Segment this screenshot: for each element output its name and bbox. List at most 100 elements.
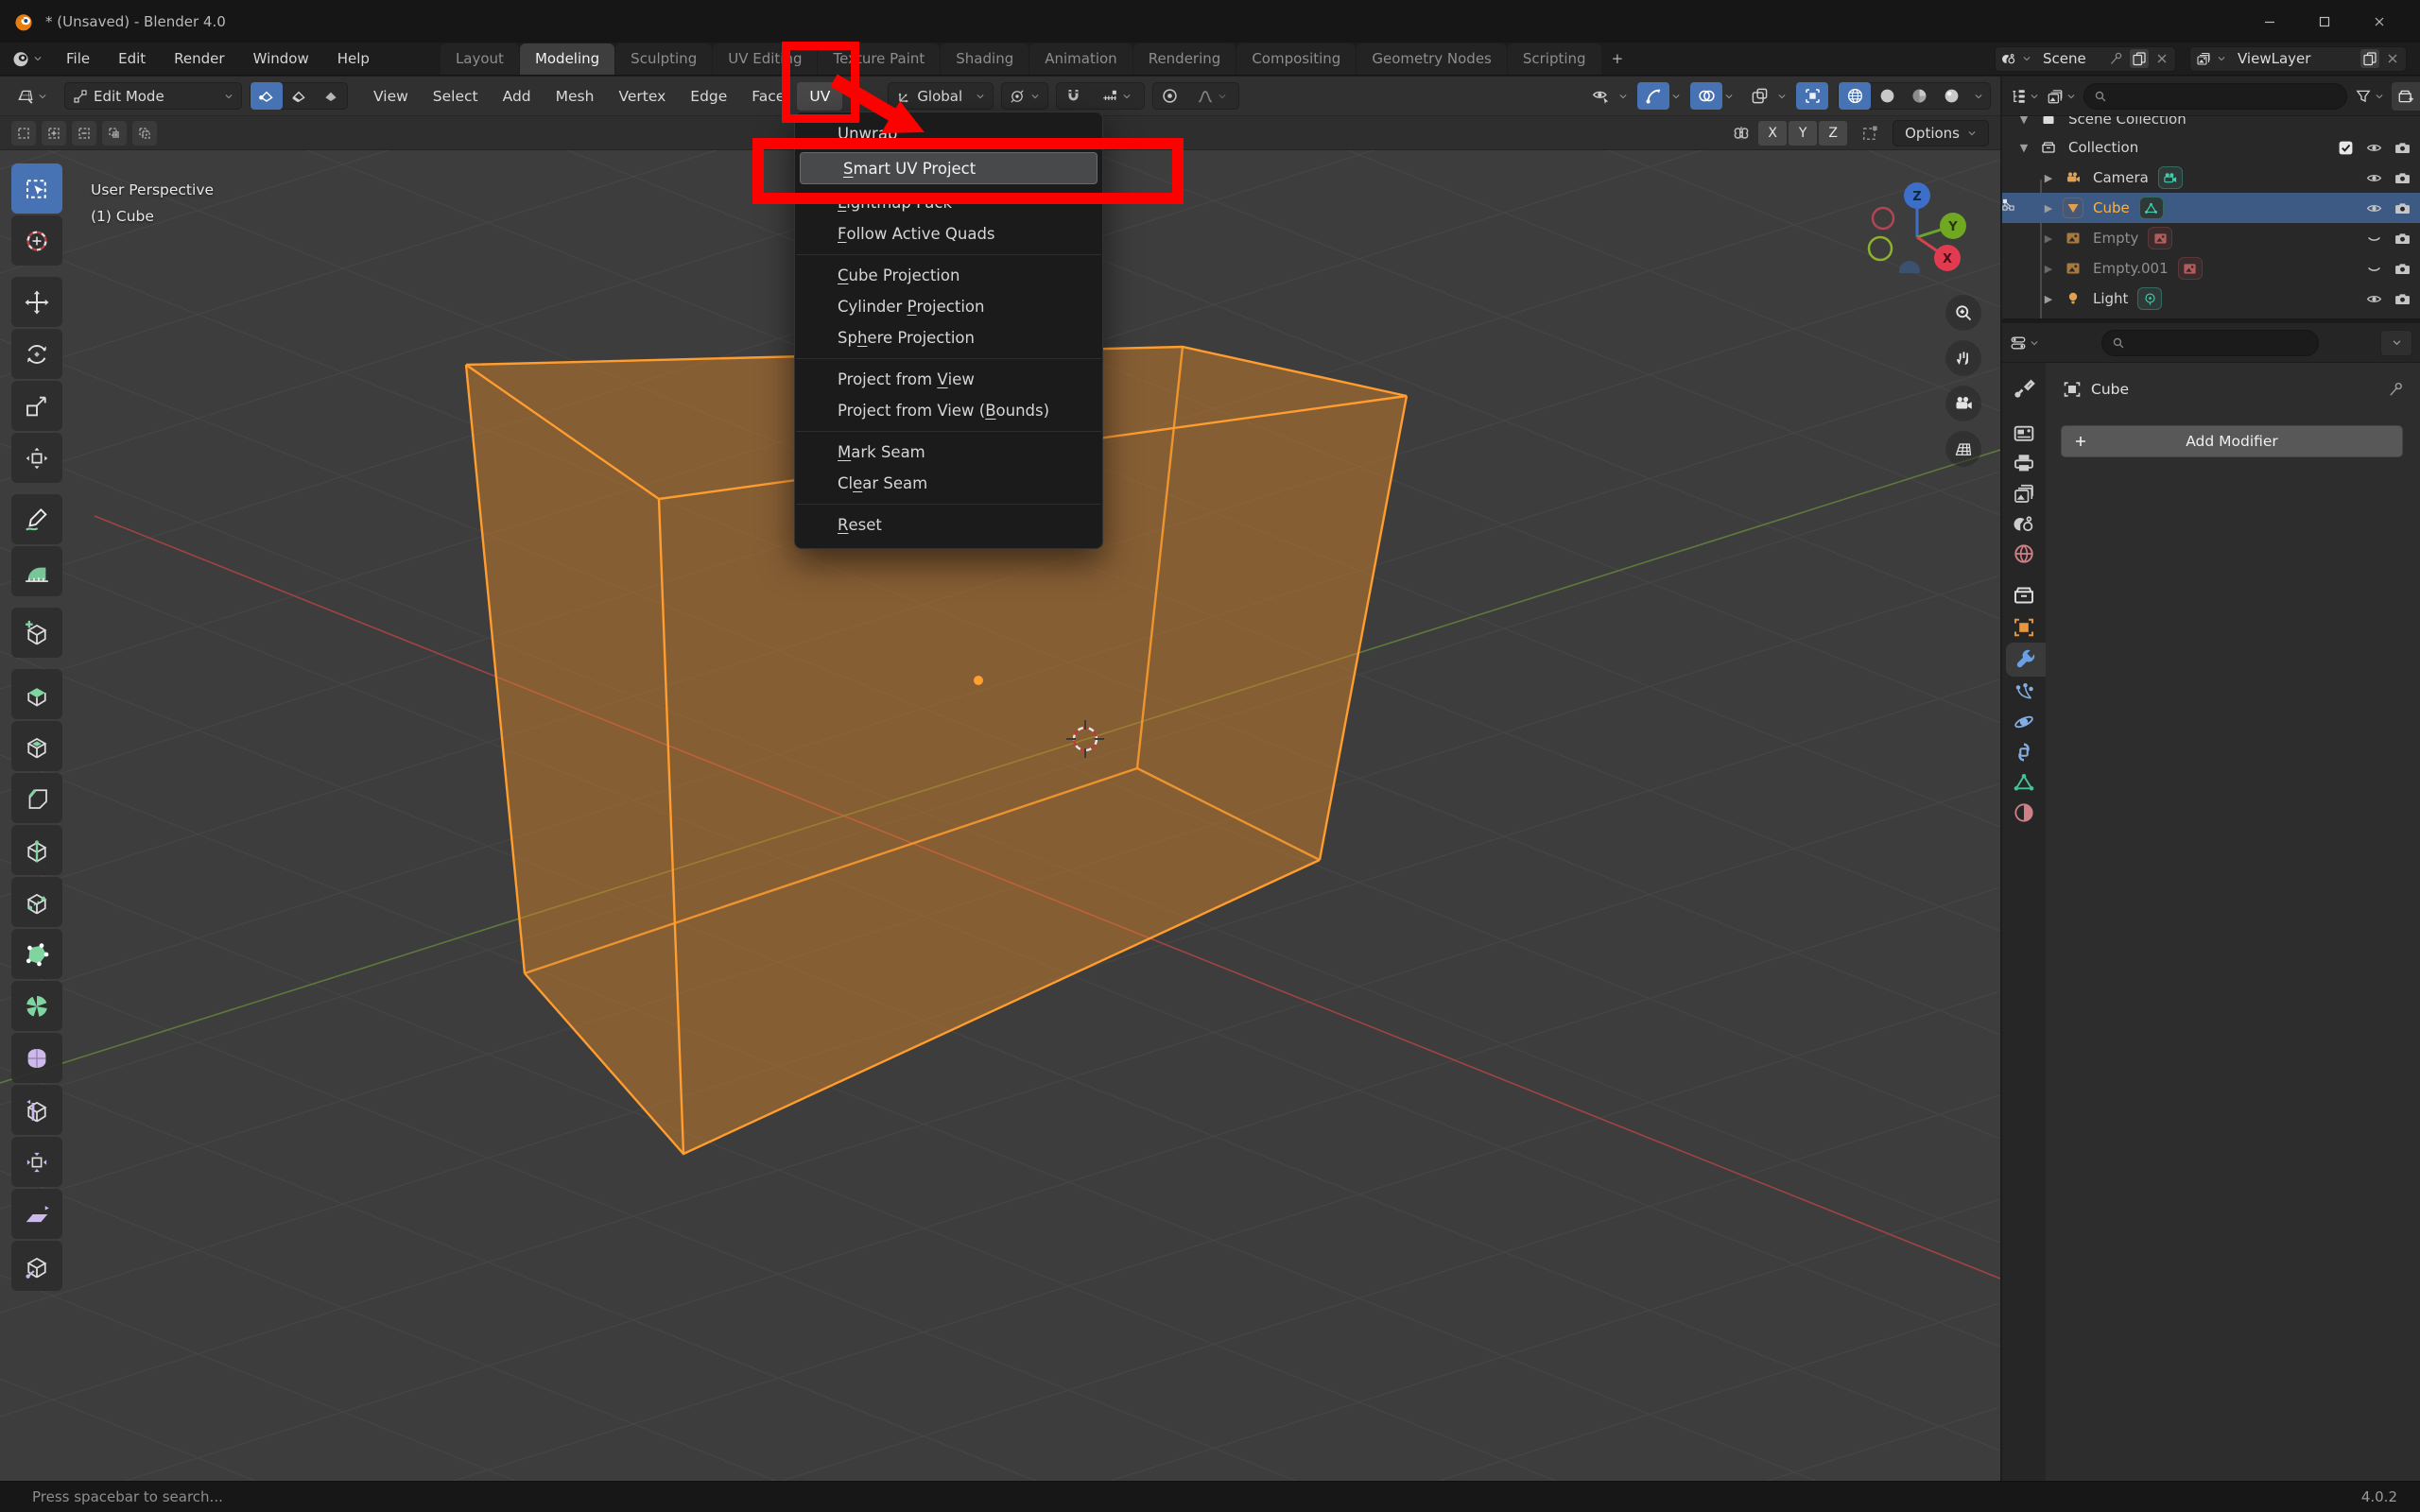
properties-tab-constraints[interactable] <box>2002 735 2046 769</box>
outliner-search[interactable] <box>2083 83 2347 110</box>
snap-base-icon[interactable] <box>1860 124 1879 143</box>
tool-measure[interactable] <box>11 546 62 596</box>
tool-add-cube[interactable] <box>11 608 62 658</box>
toggle-perspective-button[interactable] <box>1945 431 1981 467</box>
disclosure-icon[interactable]: ▶ <box>2040 232 2057 245</box>
properties-tab-modifiers[interactable] <box>2006 643 2046 677</box>
properties-search-input[interactable] <box>2132 335 2308 351</box>
camera-view-button[interactable] <box>1945 386 1981 421</box>
menu-vertex[interactable]: Vertex <box>606 82 678 111</box>
menu-item-project-from-view-bounds-[interactable]: Project from View (Bounds) <box>795 395 1102 426</box>
workspace-tab-compositing[interactable]: Compositing <box>1236 43 1356 75</box>
new-collection-button[interactable] <box>2392 82 2420 111</box>
gizmo-neg-z[interactable] <box>1899 261 1920 273</box>
menu-item-project-from-view[interactable]: Project from View <box>795 364 1102 395</box>
menu-mesh[interactable]: Mesh <box>544 82 607 111</box>
disable-in-renders-icon[interactable] <box>2394 200 2411 216</box>
solid-shading-button[interactable] <box>1871 82 1903 110</box>
shading-dropdown[interactable] <box>1967 82 1990 110</box>
vertex-select-button[interactable] <box>251 82 283 110</box>
new-viewlayer-button[interactable] <box>2360 49 2379 68</box>
viewlayer-selector[interactable]: ViewLayer <box>2189 46 2407 72</box>
local-view-button[interactable] <box>1743 82 1775 110</box>
rendered-shading-button[interactable] <box>1935 82 1967 110</box>
menu-uv[interactable]: UV <box>797 82 842 111</box>
menu-item-reset[interactable]: Reset <box>795 509 1102 541</box>
disable-in-renders-icon[interactable] <box>2394 231 2411 247</box>
select-mode-invert-icon[interactable] <box>102 121 127 146</box>
mode-dropdown[interactable]: Edit Mode <box>64 82 242 110</box>
properties-editor-type-button[interactable] <box>2010 335 2039 352</box>
menu-item-unwrap[interactable]: Unwrap <box>795 118 1102 149</box>
menu-face[interactable]: Face <box>739 82 797 111</box>
material-preview-button[interactable] <box>1903 82 1935 110</box>
menu-item-cylinder-projection[interactable]: Cylinder Projection <box>795 291 1102 322</box>
select-mode-subtract-icon[interactable] <box>72 121 96 146</box>
menu-item-sphere-projection[interactable]: Sphere Projection <box>795 322 1102 353</box>
outliner-row-light[interactable]: ▶Light <box>2002 284 2420 314</box>
gizmo-neg-x[interactable] <box>1873 208 1893 229</box>
disclosure-icon[interactable]: ▶ <box>2040 172 2057 184</box>
tool-cursor[interactable] <box>11 215 62 266</box>
app-menu-button[interactable] <box>0 43 52 75</box>
disclosure-icon[interactable]: ▶ <box>2040 202 2057 215</box>
properties-tab-world[interactable] <box>2002 537 2046 571</box>
menu-select[interactable]: Select <box>421 82 491 111</box>
outliner-row-camera[interactable]: ▶Camera <box>2002 163 2420 193</box>
face-select-button[interactable] <box>315 82 347 110</box>
menu-item-lightmap-pack[interactable]: Lightmap Pack <box>795 187 1102 218</box>
disclosure-icon[interactable]: ▶ <box>2040 263 2057 275</box>
main-menu-window[interactable]: Window <box>239 43 323 76</box>
wireframe-shading-button[interactable] <box>1839 82 1871 110</box>
axis-toggle-x[interactable]: X <box>1758 121 1787 146</box>
disable-in-renders-icon[interactable] <box>2394 291 2411 307</box>
workspace-tab-texture-paint[interactable]: Texture Paint <box>818 43 940 75</box>
menu-item-follow-active-quads[interactable]: Follow Active Quads <box>795 218 1102 249</box>
properties-tab-physics[interactable] <box>2002 705 2046 739</box>
menu-edge[interactable]: Edge <box>678 82 739 111</box>
edge-select-button[interactable] <box>283 82 315 110</box>
properties-tab-view-layer[interactable] <box>2002 476 2046 510</box>
tool-shrink-fatten[interactable] <box>11 1137 62 1187</box>
workspace-tab-shading[interactable]: Shading <box>941 43 1028 75</box>
outliner-row-cube[interactable]: ▶Cube <box>2002 193 2420 223</box>
menu-view[interactable]: View <box>361 82 421 111</box>
minimize-button[interactable] <box>2242 0 2297 43</box>
properties-options-dropdown[interactable] <box>2380 330 2412 356</box>
disable-in-renders-icon[interactable] <box>2394 261 2411 277</box>
tool-rip-region[interactable] <box>11 1241 62 1291</box>
add-modifier-button[interactable]: Add Modifier <box>2061 425 2403 457</box>
tool-inset-faces[interactable] <box>11 721 62 771</box>
editor-type-button[interactable] <box>8 82 57 110</box>
axis-toggle-y[interactable]: Y <box>1789 121 1817 146</box>
maximize-button[interactable] <box>2297 0 2352 43</box>
outliner-display-mode-button[interactable] <box>2047 88 2076 105</box>
workspace-tab-uv-editing[interactable]: UV Editing <box>713 43 817 75</box>
tool-poly-build[interactable] <box>11 929 62 979</box>
collection-checkbox[interactable] <box>2338 140 2354 156</box>
snap-settings-dropdown[interactable] <box>1089 82 1144 110</box>
workspace-tab-scripting[interactable]: Scripting <box>1508 43 1601 75</box>
properties-tab-scene[interactable] <box>2002 507 2046 541</box>
tool-extrude-region[interactable] <box>11 669 62 719</box>
workspace-tab-sculpting[interactable]: Sculpting <box>615 43 712 75</box>
remove-viewlayer-icon[interactable] <box>2385 51 2400 66</box>
outliner-filter-button[interactable] <box>2355 88 2384 105</box>
outliner-row-collection[interactable]: ▼Collection <box>2002 132 2420 163</box>
tool-smooth[interactable] <box>11 1033 62 1083</box>
main-menu-edit[interactable]: Edit <box>104 43 160 76</box>
select-mode-intersect-icon[interactable] <box>132 121 157 146</box>
mirror-butterfly-icon[interactable] <box>1732 124 1751 143</box>
tool-transform[interactable] <box>11 433 62 483</box>
properties-tab-data[interactable] <box>2002 765 2046 799</box>
properties-tab-particles[interactable] <box>2002 675 2046 709</box>
proportional-editing-button[interactable] <box>1153 82 1185 110</box>
properties-tab-object[interactable] <box>2002 610 2046 644</box>
tool-rotate[interactable] <box>11 329 62 379</box>
disable-in-renders-icon[interactable] <box>2394 140 2411 156</box>
disclosure-icon[interactable]: ▼ <box>2015 142 2032 154</box>
tool-select-box[interactable] <box>11 163 62 214</box>
axis-toggle-z[interactable]: Z <box>1819 121 1847 146</box>
outliner-row-empty-001[interactable]: ▶Empty.001 <box>2002 253 2420 284</box>
new-scene-button[interactable] <box>2130 49 2149 68</box>
